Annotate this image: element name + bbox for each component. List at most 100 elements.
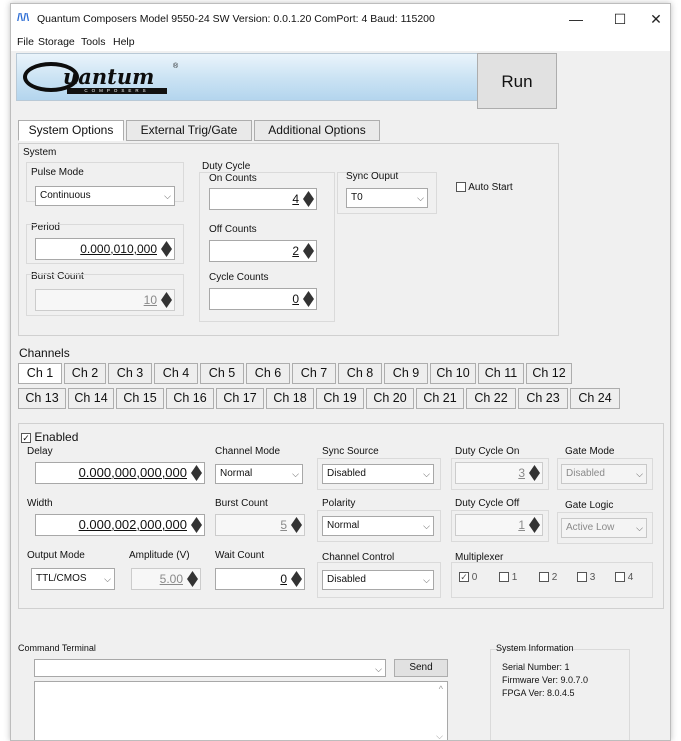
spin-down-icon[interactable] bbox=[191, 473, 202, 481]
cycle-counts-spinner[interactable]: 0 bbox=[209, 288, 317, 310]
sync-output-select[interactable]: T0 ⌵ bbox=[346, 188, 428, 208]
command-input[interactable]: ⌵ bbox=[34, 659, 386, 677]
spin-up-icon[interactable] bbox=[187, 571, 198, 579]
channel-tab-ch8[interactable]: Ch 8 bbox=[338, 363, 382, 384]
spin-up-icon[interactable] bbox=[303, 191, 314, 199]
menu-tools[interactable]: Tools bbox=[81, 36, 106, 48]
channel-control-select[interactable]: Disabled ⌵ bbox=[322, 570, 434, 590]
spin-up-icon[interactable] bbox=[529, 517, 540, 525]
enabled-checkbox[interactable]: ✓ Enabled bbox=[21, 430, 78, 444]
burst-count-ch-spinner[interactable]: 5 bbox=[215, 514, 305, 536]
tab-external-trig-gate[interactable]: External Trig/Gate bbox=[126, 120, 252, 141]
multiplexer-checkbox-2[interactable]: 2 bbox=[539, 572, 557, 583]
wait-count-spinner[interactable]: 0 bbox=[215, 568, 305, 590]
pulse-mode-select[interactable]: Continuous ⌵ bbox=[35, 186, 175, 206]
channel-tab-ch7[interactable]: Ch 7 bbox=[292, 363, 336, 384]
run-button[interactable]: Run bbox=[477, 53, 557, 109]
channel-tab-ch3[interactable]: Ch 3 bbox=[108, 363, 152, 384]
spin-up-icon[interactable] bbox=[529, 465, 540, 473]
spin-down-icon[interactable] bbox=[529, 473, 540, 481]
polarity-select[interactable]: Normal ⌵ bbox=[322, 516, 434, 536]
close-button[interactable]: ✕ bbox=[639, 8, 670, 30]
width-spinner[interactable]: 0.000,002,000,000 bbox=[35, 514, 205, 536]
send-button[interactable]: Send bbox=[394, 659, 448, 677]
spin-down-icon[interactable] bbox=[303, 199, 314, 207]
channel-tab-ch22[interactable]: Ch 22 bbox=[466, 388, 516, 409]
spin-up-icon[interactable] bbox=[161, 241, 172, 249]
logo-text: uantum bbox=[63, 64, 155, 89]
multiplexer-checkbox-3[interactable]: 3 bbox=[577, 572, 595, 583]
channel-tab-ch2[interactable]: Ch 2 bbox=[64, 363, 106, 384]
spin-up-icon[interactable] bbox=[291, 571, 302, 579]
spin-down-icon[interactable] bbox=[303, 251, 314, 259]
tab-system-options[interactable]: System Options bbox=[18, 120, 124, 141]
gate-mode-select[interactable]: Disabled ⌵ bbox=[561, 464, 647, 484]
amplitude-spinner[interactable]: 5.00 bbox=[131, 568, 201, 590]
menu-help[interactable]: Help bbox=[113, 36, 135, 48]
channel-tab-ch16[interactable]: Ch 16 bbox=[166, 388, 214, 409]
command-output[interactable]: ^ ⌵ bbox=[34, 681, 448, 740]
auto-start-checkbox[interactable]: Auto Start bbox=[456, 182, 513, 193]
maximize-button[interactable]: ☐ bbox=[603, 8, 637, 30]
tab-additional-options[interactable]: Additional Options bbox=[254, 120, 380, 141]
sync-source-select[interactable]: Disabled ⌵ bbox=[322, 464, 434, 484]
spin-down-icon[interactable] bbox=[291, 579, 302, 587]
spin-down-icon[interactable] bbox=[303, 299, 314, 307]
menu-file[interactable]: File bbox=[17, 36, 34, 48]
duty-cycle-on-label: Duty Cycle On bbox=[455, 446, 520, 457]
spin-down-icon[interactable] bbox=[529, 525, 540, 533]
spin-up-icon[interactable] bbox=[161, 292, 172, 300]
channel-tab-ch18[interactable]: Ch 18 bbox=[266, 388, 314, 409]
system-group-label: System bbox=[23, 147, 57, 158]
channel-tab-ch23[interactable]: Ch 23 bbox=[518, 388, 568, 409]
output-mode-select[interactable]: TTL/CMOS ⌵ bbox=[31, 568, 115, 590]
period-spinner[interactable]: 0.000,010,000 bbox=[35, 238, 175, 260]
on-counts-spinner[interactable]: 4 bbox=[209, 188, 317, 210]
duty-cycle-off-value: 1 bbox=[518, 518, 525, 532]
channel-mode-select[interactable]: Normal ⌵ bbox=[215, 464, 303, 484]
spin-down-icon[interactable] bbox=[187, 579, 198, 587]
spin-up-icon[interactable] bbox=[191, 465, 202, 473]
spin-up-icon[interactable] bbox=[303, 291, 314, 299]
channel-tab-ch15[interactable]: Ch 15 bbox=[116, 388, 164, 409]
delay-spinner[interactable]: 0.000,000,000,000 bbox=[35, 462, 205, 484]
channel-tab-ch9[interactable]: Ch 9 bbox=[384, 363, 428, 384]
gate-logic-select[interactable]: Active Low ⌵ bbox=[561, 518, 647, 538]
minimize-button[interactable]: — bbox=[559, 8, 593, 30]
off-counts-spinner[interactable]: 2 bbox=[209, 240, 317, 262]
channel-tab-ch6[interactable]: Ch 6 bbox=[246, 363, 290, 384]
channel-tab-ch4[interactable]: Ch 4 bbox=[154, 363, 198, 384]
channel-tab-ch11[interactable]: Ch 11 bbox=[478, 363, 524, 384]
channel-tab-ch17[interactable]: Ch 17 bbox=[216, 388, 264, 409]
scroll-up-icon[interactable]: ^ bbox=[439, 684, 443, 694]
bottom-area: Command Terminal ⌵ Send ^ ⌵ System Infor… bbox=[18, 643, 664, 740]
channel-tab-ch20[interactable]: Ch 20 bbox=[366, 388, 414, 409]
multiplexer-checkbox-4[interactable]: 4 bbox=[615, 572, 633, 583]
channel-tab-ch21[interactable]: Ch 21 bbox=[416, 388, 464, 409]
gate-logic-label: Gate Logic bbox=[565, 500, 614, 511]
spin-down-icon[interactable] bbox=[191, 525, 202, 533]
spin-down-icon[interactable] bbox=[291, 525, 302, 533]
spin-up-icon[interactable] bbox=[291, 517, 302, 525]
spin-up-icon[interactable] bbox=[303, 243, 314, 251]
channel-tab-ch1[interactable]: Ch 1 bbox=[18, 363, 62, 384]
channel-tab-ch14[interactable]: Ch 14 bbox=[68, 388, 114, 409]
multiplexer-label-0: 0 bbox=[471, 572, 478, 583]
scroll-down-icon[interactable]: ⌵ bbox=[436, 731, 443, 740]
channel-tab-ch12[interactable]: Ch 12 bbox=[526, 363, 572, 384]
channel-tab-ch19[interactable]: Ch 19 bbox=[316, 388, 364, 409]
spin-down-icon[interactable] bbox=[161, 249, 172, 257]
duty-cycle-on-spinner[interactable]: 3 bbox=[455, 462, 543, 484]
channel-tab-ch13[interactable]: Ch 13 bbox=[18, 388, 66, 409]
multiplexer-checkbox-0[interactable]: ✓ 0 bbox=[459, 572, 477, 583]
burst-count-spinner[interactable]: 10 bbox=[35, 289, 175, 311]
channel-tab-ch24[interactable]: Ch 24 bbox=[570, 388, 620, 409]
on-counts-label: On Counts bbox=[209, 173, 257, 184]
channel-tab-ch10[interactable]: Ch 10 bbox=[430, 363, 476, 384]
spin-up-icon[interactable] bbox=[191, 517, 202, 525]
multiplexer-checkbox-1[interactable]: 1 bbox=[499, 572, 517, 583]
duty-cycle-off-spinner[interactable]: 1 bbox=[455, 514, 543, 536]
spin-down-icon[interactable] bbox=[161, 300, 172, 308]
menu-storage[interactable]: Storage bbox=[38, 36, 75, 48]
channel-tab-ch5[interactable]: Ch 5 bbox=[200, 363, 244, 384]
